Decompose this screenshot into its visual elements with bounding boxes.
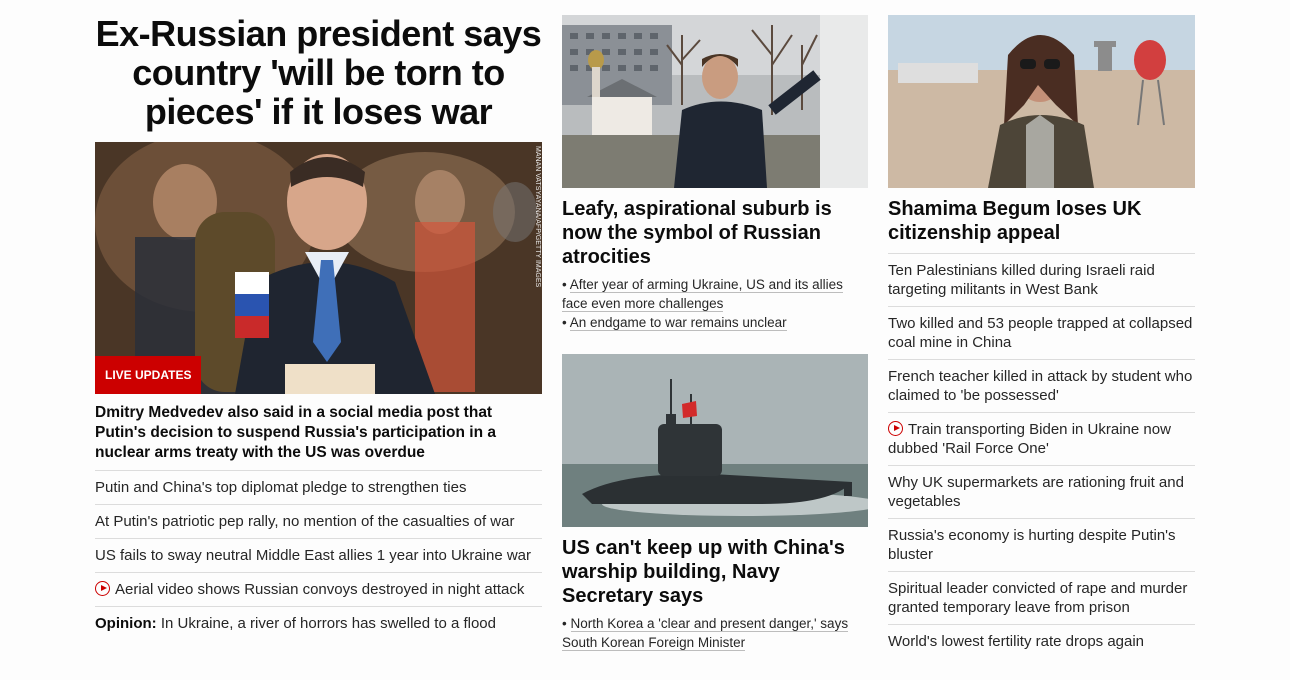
main-headline[interactable]: Ex-Russian president says country 'will … bbox=[95, 0, 542, 131]
related-link[interactable]: At Putin's patriotic pep rally, no menti… bbox=[95, 505, 542, 539]
video-headline-label: Train transporting Biden in Ukraine now … bbox=[888, 421, 1171, 457]
begum-story-title[interactable]: Shamima Begum loses UK citizenship appea… bbox=[888, 197, 1195, 254]
headline-link[interactable]: Two killed and 53 people trapped at coll… bbox=[888, 307, 1195, 360]
opinion-label: Opinion: bbox=[95, 615, 157, 632]
right-column: Shamima Begum loses UK citizenship appea… bbox=[888, 0, 1195, 658]
submarine-sub-links: • North Korea a 'clear and present dange… bbox=[562, 614, 868, 652]
middle-column: Leafy, aspirational suburb is now the sy… bbox=[562, 0, 868, 652]
bucha-story-title[interactable]: Leafy, aspirational suburb is now the sy… bbox=[562, 197, 868, 269]
begum-photo bbox=[888, 15, 1195, 188]
sub-link[interactable]: • After year of arming Ukraine, US and i… bbox=[562, 275, 868, 313]
bucha-photo bbox=[562, 15, 868, 188]
related-video-link-label: Aerial video shows Russian convoys destr… bbox=[115, 581, 525, 598]
submarine-story-image[interactable] bbox=[562, 354, 868, 527]
headline-link[interactable]: Russia's economy is hurting despite Puti… bbox=[888, 519, 1195, 572]
sub-link[interactable]: • An endgame to war remains unclear bbox=[562, 313, 868, 332]
bucha-story-image[interactable] bbox=[562, 15, 868, 188]
live-updates-badge: LIVE UPDATES bbox=[95, 356, 202, 394]
lead-summary[interactable]: Dmitry Medvedev also said in a social me… bbox=[95, 403, 542, 471]
opinion-link[interactable]: Opinion: In Ukraine, a river of horrors … bbox=[95, 607, 542, 640]
submarine-story-title[interactable]: US can't keep up with China's warship bu… bbox=[562, 536, 868, 608]
bucha-sub-links: • After year of arming Ukraine, US and i… bbox=[562, 275, 868, 332]
main-story-column: Ex-Russian president says country 'will … bbox=[95, 0, 542, 640]
headline-link[interactable]: Why UK supermarkets are rationing fruit … bbox=[888, 466, 1195, 519]
related-video-link[interactable]: Aerial video shows Russian convoys destr… bbox=[95, 573, 542, 607]
opinion-text: In Ukraine, a river of horrors has swell… bbox=[160, 615, 496, 632]
begum-story-image[interactable] bbox=[888, 15, 1195, 188]
sub-link[interactable]: • North Korea a 'clear and present dange… bbox=[562, 614, 868, 652]
photo-credit: MANAN VATSYAYANA/AFP/GETTY IMAGES bbox=[534, 146, 541, 288]
headline-link[interactable]: Spiritual leader convicted of rape and m… bbox=[888, 572, 1195, 625]
play-circle-icon bbox=[888, 421, 903, 436]
submarine-photo bbox=[562, 354, 868, 527]
related-link[interactable]: Putin and China's top diplomat pledge to… bbox=[95, 471, 542, 505]
video-headline-link[interactable]: Train transporting Biden in Ukraine now … bbox=[888, 413, 1195, 466]
headline-link[interactable]: Ten Palestinians killed during Israeli r… bbox=[888, 254, 1195, 307]
headline-link[interactable]: World's lowest fertility rate drops agai… bbox=[888, 625, 1195, 658]
related-link[interactable]: US fails to sway neutral Middle East all… bbox=[95, 539, 542, 573]
hero-image-medvedev[interactable]: MANAN VATSYAYANA/AFP/GETTY IMAGES LIVE U… bbox=[95, 142, 542, 394]
headline-link[interactable]: French teacher killed in attack by stude… bbox=[888, 360, 1195, 413]
play-circle-icon bbox=[95, 581, 110, 596]
